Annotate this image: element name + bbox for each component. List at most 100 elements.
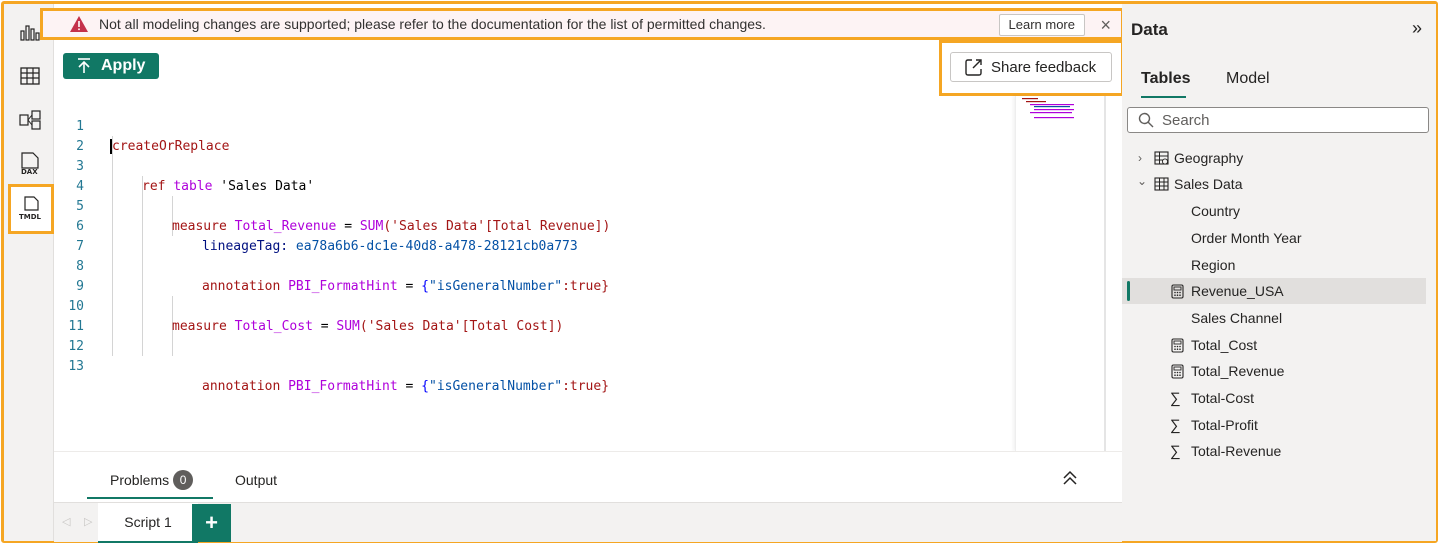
search-icon (1138, 112, 1154, 128)
script-tab-label: Script 1 (124, 514, 172, 530)
share-feedback-label: Share feedback (991, 58, 1097, 76)
warning-icon (70, 16, 88, 32)
code-line: 4 (54, 157, 1004, 194)
tree-item-label: Total-Profit (1191, 417, 1258, 433)
tree-item-region[interactable]: Region (1122, 252, 1426, 278)
editor-scrollbar[interactable] (1104, 96, 1106, 451)
apply-button[interactable]: Apply (63, 53, 159, 79)
learn-more-button[interactable]: Learn more (998, 14, 1085, 36)
collapse-pane-icon[interactable]: » (1412, 18, 1422, 39)
active-tab-indicator (87, 497, 213, 499)
view-switcher-rail: DAX TMDL (4, 4, 54, 541)
bottom-panel: Problems 0 Output ◁ ▷ Script 1 + (54, 451, 1122, 543)
code-line: 11 (54, 297, 1004, 334)
table-icon (1154, 151, 1169, 165)
tree-item-revenue-usa[interactable]: Revenue_USA (1122, 278, 1426, 304)
calculator-icon (1171, 363, 1184, 379)
search-input[interactable]: Search (1127, 107, 1429, 133)
upload-arrow-icon (78, 58, 90, 73)
close-icon[interactable]: × (1100, 16, 1111, 34)
tree-item-label: Total_Revenue (1191, 363, 1285, 379)
tree-item-sales-data[interactable]: ⌄ Sales Data (1122, 171, 1426, 197)
tree-item-order-month-year[interactable]: Order Month Year (1122, 225, 1426, 251)
tab-model[interactable]: Model (1226, 70, 1270, 88)
line-number: 13 (68, 359, 84, 374)
code-line: 13 annotation PBI_FormatHint = {"isGener… (54, 337, 1004, 394)
code-line: 1 createOrReplace (54, 97, 1004, 154)
code-line: 8 annotation PBI_FormatHint = {"isGenera… (54, 237, 1004, 294)
scroll-right-icon[interactable]: ▷ (84, 515, 92, 528)
calculator-icon (1171, 337, 1184, 353)
tree-item-label: Total_Cost (1191, 337, 1258, 353)
code-editor[interactable]: 1 createOrReplace 2 3 ref table 'Sales D… (54, 96, 1106, 451)
sigma-icon: ∑ (1170, 416, 1181, 434)
problems-count-badge: 0 (173, 470, 194, 490)
tree-item-label: Sales Data (1174, 176, 1243, 192)
token: annotation (202, 379, 281, 394)
tab-tables[interactable]: Tables (1141, 70, 1191, 88)
tree-item-total-cost-measure[interactable]: Total_Cost (1122, 332, 1426, 358)
share-external-icon (965, 59, 982, 76)
token: { (421, 379, 429, 394)
tree-item-label: Region (1191, 257, 1236, 273)
share-feedback-button[interactable]: Share feedback (950, 52, 1112, 82)
pane-title: Data (1131, 20, 1168, 39)
tab-output[interactable]: Output (235, 472, 277, 488)
code-line: 2 (54, 117, 1004, 154)
token: = (397, 379, 422, 394)
dax-icon: DAX (21, 152, 39, 176)
warning-message: Not all modeling changes are supported; … (99, 16, 766, 32)
tree-item-total-cost-column[interactable]: ∑ Total-Cost (1122, 385, 1426, 411)
tab-problems[interactable]: Problems 0 (110, 470, 194, 490)
tree-item-geography[interactable]: › Geography (1122, 145, 1426, 171)
code-text: annotation PBI_FormatHint = {"isGeneralN… (202, 377, 609, 397)
tree-item-total-revenue-column[interactable]: ∑ Total-Revenue (1122, 438, 1426, 464)
table-view-button[interactable] (10, 56, 50, 96)
scroll-left-icon[interactable]: ◁ (62, 515, 70, 528)
model-diagram-icon (19, 110, 41, 130)
calculator-icon (1171, 283, 1184, 299)
code-line: 7 (54, 217, 1004, 254)
tree-item-label: Total-Revenue (1191, 443, 1282, 459)
tmdl-editor-area: Not all modeling changes are supported; … (40, 4, 1124, 543)
add-script-button[interactable]: + (192, 504, 231, 542)
output-label: Output (235, 472, 278, 488)
tree-item-country[interactable]: Country (1122, 198, 1426, 224)
bar-chart-icon (20, 25, 40, 41)
code-line: 9 (54, 257, 1004, 294)
token: "isGeneralNumber" (429, 379, 563, 394)
dax-query-view-button[interactable]: DAX (10, 144, 50, 184)
chevron-down-icon[interactable]: ⌄ (1137, 174, 1147, 188)
sigma-icon: ∑ (1170, 442, 1181, 460)
tree-item-label: Total-Cost (1191, 390, 1255, 406)
tree-item-total-profit-column[interactable]: ∑ Total-Profit (1122, 412, 1426, 438)
problems-label: Problems (110, 472, 170, 488)
minimap-preview (1022, 98, 1074, 119)
apply-label: Apply (101, 57, 146, 74)
code-line: 10 measure Total_Cost = SUM('Sales Data'… (54, 277, 1004, 334)
search-placeholder: Search (1162, 111, 1210, 129)
tree-item-sales-channel[interactable]: Sales Channel (1122, 305, 1426, 331)
tmdl-icon: TMDL (19, 196, 42, 221)
model-view-button[interactable] (10, 100, 50, 140)
tree-item-total-revenue-measure[interactable]: Total_Revenue (1122, 358, 1426, 384)
tmdl-view-button[interactable]: TMDL (8, 184, 54, 234)
tree-item-label: Sales Channel (1191, 310, 1283, 326)
chevron-right-icon[interactable]: › (1138, 151, 1142, 165)
chevron-double-up-icon[interactable] (1062, 470, 1078, 486)
svg-text:TMDL: TMDL (19, 213, 42, 221)
token: :true} (562, 379, 610, 394)
token: PBI_FormatHint (288, 379, 398, 394)
code-line: 3 ref table 'Sales Data' (54, 137, 1004, 194)
sigma-icon: ∑ (1170, 389, 1181, 407)
script-tab[interactable]: Script 1 (98, 503, 198, 543)
active-tab-indicator (1141, 96, 1186, 98)
tree-item-label: Country (1191, 203, 1241, 219)
editor-minimap[interactable] (1015, 96, 1103, 451)
code-line: 6 lineageTag: ea78a6b6-dc1e-40d8-a478-28… (54, 197, 1004, 254)
share-feedback-highlight: Share feedback (939, 40, 1124, 96)
data-pane: Data » Tables Model Search › Geography ⌄… (1122, 4, 1436, 541)
unsupported-changes-warning-bar: Not all modeling changes are supported; … (40, 8, 1124, 40)
tree-item-label: Revenue_USA (1191, 283, 1284, 299)
svg-text:DAX: DAX (21, 168, 38, 176)
